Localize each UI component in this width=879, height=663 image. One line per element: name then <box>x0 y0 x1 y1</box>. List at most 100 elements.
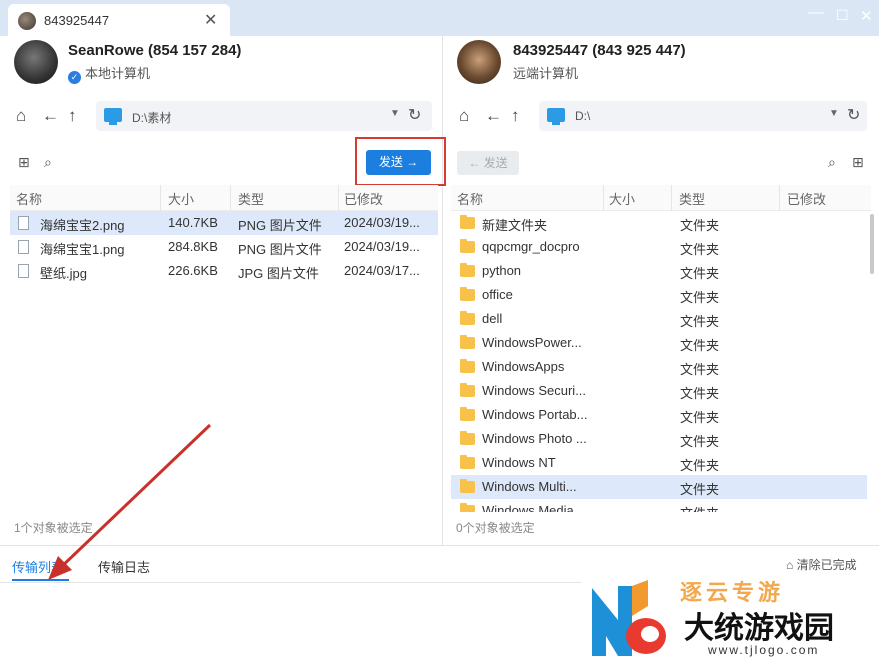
home-icon[interactable]: ⌂ <box>459 106 469 126</box>
search-icon[interactable]: ⌕ <box>828 154 836 171</box>
column-separator <box>779 185 780 211</box>
pane-divider <box>442 36 443 545</box>
up-arrow-icon[interactable]: ↑ <box>511 106 520 126</box>
remote-path-input[interactable]: D:\ ▼ ↻ <box>539 101 867 131</box>
list-item[interactable]: qqpcmgr_docpro 文件夹 <box>451 235 867 259</box>
maximize-icon[interactable]: ☐ <box>836 7 849 24</box>
remote-user-name: 843925447 (843 925 447) <box>513 42 686 59</box>
col-modified[interactable]: 已修改 <box>787 189 826 208</box>
search-icon[interactable]: ⌕ <box>44 154 52 171</box>
send-back-button[interactable]: ← 发送 <box>457 151 519 175</box>
folder-type: 文件夹 <box>680 410 720 425</box>
tab-transfer-list[interactable]: 传输列表 <box>12 557 64 576</box>
list-item[interactable]: python 文件夹 <box>451 259 867 283</box>
local-path-text: D:\素材 <box>132 111 172 125</box>
col-type[interactable]: 类型 <box>238 189 264 208</box>
col-type[interactable]: 类型 <box>679 189 705 208</box>
watermark-logo <box>592 580 666 656</box>
active-tab-indicator <box>12 579 69 581</box>
col-size[interactable]: 大小 <box>609 189 635 208</box>
folder-icon <box>460 455 475 469</box>
file-name: 海绵宝宝1.png <box>40 242 125 257</box>
folder-name: qqpcmgr_docpro <box>482 239 580 254</box>
local-nav-bar: ⌂ ← ↑ D:\素材 ▼ ↻ <box>10 100 438 132</box>
list-item[interactable]: Windows Media 文件夹 <box>451 499 867 512</box>
column-separator <box>671 185 672 211</box>
folder-type: 文件夹 <box>680 503 719 512</box>
list-item[interactable]: Windows Securi... 文件夹 <box>451 379 867 403</box>
col-size[interactable]: 大小 <box>168 189 194 208</box>
file-type: JPG 图片文件 <box>238 266 319 281</box>
session-tab[interactable]: 843925447 ✕ <box>8 4 230 36</box>
window-close-icon[interactable]: ✕ <box>860 7 873 25</box>
folder-type: 文件夹 <box>680 314 720 329</box>
list-item[interactable]: Windows Multi... 文件夹 <box>451 475 867 499</box>
tab-avatar <box>18 12 36 30</box>
folder-type: 文件夹 <box>680 266 720 281</box>
folder-name: dell <box>482 311 503 326</box>
remote-scrollbar-thumb[interactable] <box>870 214 874 274</box>
folder-type: 文件夹 <box>680 482 720 497</box>
table-row[interactable]: 海绵宝宝2.png 140.7KB PNG 图片文件 2024/03/19... <box>10 211 438 235</box>
folder-name: Windows Portab... <box>482 407 588 422</box>
refresh-icon[interactable]: ↻ <box>408 105 421 125</box>
table-row[interactable]: 海绵宝宝1.png 284.8KB PNG 图片文件 2024/03/19... <box>10 235 438 259</box>
table-row[interactable]: 壁纸.jpg 226.6KB JPG 图片文件 2024/03/17... <box>10 259 438 283</box>
list-item[interactable]: WindowsApps 文件夹 <box>451 355 867 379</box>
col-modified[interactable]: 已修改 <box>344 189 383 208</box>
file-modified: 2024/03/19... <box>344 239 420 254</box>
folder-type: 文件夹 <box>680 386 720 401</box>
watermark-main-text: 大统游戏园 <box>684 611 834 646</box>
local-subtitle-text: 本地计算机 <box>85 66 151 81</box>
list-item[interactable]: dell 文件夹 <box>451 307 867 331</box>
folder-name: Windows NT <box>482 455 556 470</box>
remote-status: 0个对象被选定 <box>456 521 535 535</box>
folder-icon <box>460 215 475 229</box>
up-arrow-icon[interactable]: ↑ <box>68 106 77 126</box>
send-button[interactable]: 发送 → <box>366 150 431 175</box>
remote-nav-bar: ⌂ ← ↑ D:\ ▼ ↻ <box>453 100 873 132</box>
column-separator <box>338 185 339 211</box>
minimize-icon[interactable]: — <box>808 4 824 22</box>
folder-icon <box>460 431 475 445</box>
folder-icon <box>460 239 475 253</box>
back-arrow-icon[interactable]: ← <box>42 106 59 126</box>
file-name: 海绵宝宝2.png <box>40 218 125 233</box>
refresh-icon[interactable]: ↻ <box>847 105 860 125</box>
list-item[interactable]: Windows Portab... 文件夹 <box>451 403 867 427</box>
file-size: 284.8KB <box>168 239 218 254</box>
folder-icon <box>460 479 475 493</box>
file-size: 226.6KB <box>168 263 218 278</box>
chevron-down-icon[interactable]: ▼ <box>390 108 400 119</box>
chevron-down-icon[interactable]: ▼ <box>829 108 839 119</box>
list-item[interactable]: Windows Photo ... 文件夹 <box>451 427 867 451</box>
file-modified: 2024/03/19... <box>344 215 420 230</box>
folder-icon <box>460 407 475 421</box>
folder-type: 文件夹 <box>680 218 720 233</box>
local-path-input[interactable]: D:\素材 ▼ ↻ <box>96 101 432 131</box>
list-item[interactable]: 新建文件夹 文件夹 <box>451 211 867 235</box>
local-table-header: 名称 大小 类型 已修改 <box>10 185 438 211</box>
column-separator <box>230 185 231 211</box>
verified-check-icon: ✓ <box>68 71 81 84</box>
file-icon <box>18 264 29 278</box>
home-icon[interactable]: ⌂ <box>16 106 26 126</box>
tab-close-icon[interactable]: ✕ <box>204 10 217 30</box>
folder-type: 文件夹 <box>680 338 720 353</box>
local-computer-header: SeanRowe (854 157 284) ✓ 本地计算机 <box>0 36 440 91</box>
list-item[interactable]: Windows NT 文件夹 <box>451 451 867 475</box>
col-name[interactable]: 名称 <box>16 189 42 208</box>
col-name[interactable]: 名称 <box>457 189 483 208</box>
tab-transfer-log[interactable]: 传输日志 <box>98 557 150 576</box>
list-item[interactable]: office 文件夹 <box>451 283 867 307</box>
list-item[interactable]: WindowsPower... 文件夹 <box>451 331 867 355</box>
new-folder-icon[interactable]: ⊞ <box>852 154 864 171</box>
folder-name: WindowsPower... <box>482 335 582 350</box>
remote-table-header: 名称 大小 类型 已修改 <box>451 185 871 211</box>
folder-name: Windows Multi... <box>482 479 577 494</box>
folder-icon <box>460 383 475 397</box>
back-arrow-icon[interactable]: ← <box>485 106 502 126</box>
folder-icon <box>460 287 475 301</box>
column-separator <box>603 185 604 211</box>
new-folder-icon[interactable]: ⊞ <box>18 154 30 171</box>
